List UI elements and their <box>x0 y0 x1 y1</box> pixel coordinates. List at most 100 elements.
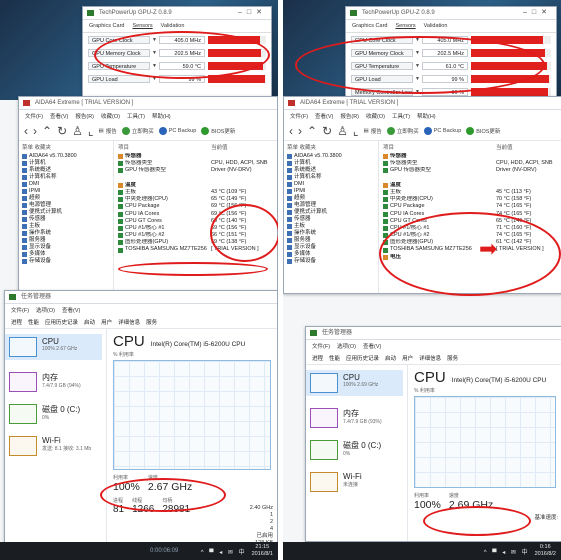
sensor-row[interactable]: TOSHIBA SAMSUNG MZ7TE256 [ TRIAL VERSION … <box>383 246 558 253</box>
chevron-down-icon[interactable]: ▼ <box>413 89 422 95</box>
col-value[interactable]: 当前值 <box>211 143 273 151</box>
sensor-row[interactable]: 传感器 <box>383 153 558 160</box>
forward-icon[interactable]: › <box>33 124 37 138</box>
tab-validation[interactable]: Validation <box>424 23 448 29</box>
tree-item[interactable]: 多媒体 <box>287 251 375 258</box>
tree-item[interactable]: 计算机名称 <box>22 174 110 181</box>
up-icon[interactable]: ⌃ <box>42 124 52 138</box>
tree-item[interactable]: 电源管理 <box>22 202 110 209</box>
forward-icon[interactable]: › <box>298 124 302 138</box>
tree-item[interactable]: 便携式计算机 <box>287 209 375 216</box>
sensor-row[interactable]: 温度 <box>383 182 558 189</box>
tree-item[interactable]: 超频 <box>287 195 375 202</box>
window-controls-icon[interactable]: –□✕ <box>238 7 267 19</box>
tree-item[interactable]: 服务器 <box>287 237 375 244</box>
tree-item[interactable]: IPMI <box>22 188 110 195</box>
tree-item[interactable]: 显示设备 <box>22 244 110 251</box>
buy-button[interactable]: 立即购买 <box>121 127 154 135</box>
menu-tools[interactable]: 工具(T) <box>392 112 410 120</box>
system-tray-icons[interactable]: ^ ▀ ◂ ✉ 中 <box>201 547 247 556</box>
up-icon[interactable]: ⌃ <box>307 124 317 138</box>
tree-item[interactable]: 计算机名称 <box>287 174 375 181</box>
tree-item[interactable]: 超频 <box>22 195 110 202</box>
sensor-row[interactable]: GPU 传感器类型 Driver (NV-DRV) <box>118 167 273 174</box>
task-manager-tab[interactable]: 服务 <box>146 318 157 326</box>
user-icon[interactable]: ♙ <box>72 124 83 138</box>
sensor-row[interactable]: TOSHIBA SAMSUNG MZ7TE256 [ TRIAL VERSION … <box>118 246 273 253</box>
chevron-down-icon[interactable]: ▼ <box>150 63 159 69</box>
menu-help[interactable]: 帮助(H) <box>152 112 171 120</box>
tree-header-favorites[interactable]: 收藏夹 <box>35 145 52 151</box>
buy-button[interactable]: 立即购买 <box>386 127 419 135</box>
menu-file[interactable]: 文件(F) <box>25 112 43 120</box>
resource-item[interactable]: CPU 100% 2.69 GHz <box>306 370 403 396</box>
resource-item[interactable]: 磁盘 0 (C:) 0% <box>310 440 403 460</box>
back-icon[interactable]: ‹ <box>24 124 28 138</box>
tree-header-menu[interactable]: 菜单 <box>22 145 33 151</box>
tab-sensors[interactable]: Sensors <box>395 23 415 29</box>
menu-view[interactable]: 查看(V) <box>363 342 381 350</box>
sensor-row[interactable]: CPU IA Cores 69 °C (156 °F) <box>118 211 273 218</box>
tree-item[interactable]: 显示设备 <box>287 244 375 251</box>
tree-item[interactable]: 主板 <box>22 223 110 230</box>
task-manager-tab[interactable]: 性能 <box>28 318 39 326</box>
tree-item[interactable]: AIDA64 v5.70.3800 <box>22 153 110 160</box>
resource-item[interactable]: CPU 100% 2.67 GHz <box>5 334 102 360</box>
tree-item[interactable]: 存储设备 <box>22 258 110 265</box>
task-manager-tab[interactable]: 启动 <box>84 318 95 326</box>
report-button[interactable]: ▤ 报告 <box>99 127 117 135</box>
menu-tools[interactable]: 工具(T) <box>127 112 145 120</box>
sensor-row[interactable]: CPU IA Cores 74 °C (165 °F) <box>383 211 558 218</box>
refresh-icon[interactable]: ↻ <box>57 124 67 138</box>
menu-favorites[interactable]: 收藏(O) <box>366 112 385 120</box>
menu-favorites[interactable]: 收藏(O) <box>101 112 120 120</box>
task-manager-tab[interactable]: 启动 <box>385 354 396 362</box>
sensor-row[interactable]: CPU Package 69 °C (156 °F) <box>118 203 273 210</box>
tree-item[interactable]: DMI <box>22 181 110 188</box>
system-tray-icons[interactable]: ^ ▀ ◂ ✉ 中 <box>484 547 530 556</box>
tab-graphics-card[interactable]: Graphics Card <box>89 23 124 29</box>
sensor-row[interactable]: GPU 传感器类型 Driver (NV-DRV) <box>383 167 558 174</box>
tab-sensors[interactable]: Sensors <box>132 23 152 29</box>
chevron-down-icon[interactable]: ▼ <box>150 50 159 56</box>
tree-item[interactable]: 操作系统 <box>22 230 110 237</box>
sensor-row[interactable]: 中央处理器(CPU) 65 °C (149 °F) <box>118 196 273 203</box>
sensor-row[interactable]: CPU #1/核心 #1 71 °C (160 °F) <box>383 225 558 232</box>
sensor-row[interactable]: 主板 45 °C (113 °F) <box>383 189 558 196</box>
sensor-row[interactable]: CPU Package 74 °C (165 °F) <box>383 203 558 210</box>
tree-item[interactable]: DMI <box>287 181 375 188</box>
window-controls-icon[interactable]: –□✕ <box>523 7 552 19</box>
menu-view[interactable]: 查看(V) <box>62 306 80 314</box>
tree-item[interactable]: 服务器 <box>22 237 110 244</box>
tree-item[interactable]: 电源管理 <box>287 202 375 209</box>
chart-icon[interactable]: ⌞ <box>353 124 359 138</box>
chevron-down-icon[interactable]: ▼ <box>150 37 159 43</box>
sensor-row[interactable]: CPU GT Cores 60 °C (140 °F) <box>118 218 273 225</box>
tree-item[interactable]: 计算机 <box>22 160 110 167</box>
chevron-down-icon[interactable]: ▼ <box>413 63 422 69</box>
task-manager-tab[interactable]: 应用历史记录 <box>45 318 78 326</box>
chevron-down-icon[interactable]: ▼ <box>413 76 422 82</box>
task-manager-tab[interactable]: 详细信息 <box>419 354 441 362</box>
bios-update-button[interactable]: BIOS更新 <box>201 127 235 135</box>
tree-item[interactable]: 传感器 <box>22 216 110 223</box>
resource-item[interactable]: 内存 7.4/7.9 GB (94%) <box>9 372 102 392</box>
menu-help[interactable]: 帮助(H) <box>417 112 436 120</box>
menu-file[interactable]: 文件(F) <box>312 342 330 350</box>
sensor-row[interactable]: 电压 <box>383 254 558 261</box>
tree-item[interactable]: 操作系统 <box>287 230 375 237</box>
menu-options[interactable]: 选项(O) <box>337 342 356 350</box>
sensor-row[interactable]: CPU #1/核心 #2 66 °C (151 °F) <box>118 232 273 239</box>
menu-view[interactable]: 查看(V) <box>50 112 68 120</box>
sensor-row[interactable]: 中央处理器(CPU) 70 °C (158 °F) <box>383 196 558 203</box>
tab-validation[interactable]: Validation <box>161 23 185 29</box>
sensor-row[interactable]: CPU #1/核心 #2 74 °C (165 °F) <box>383 232 558 239</box>
tree-item[interactable]: 传感器 <box>287 216 375 223</box>
task-manager-tab[interactable]: 应用历史记录 <box>346 354 379 362</box>
sensor-row[interactable]: CPU #1/核心 #1 69 °C (156 °F) <box>118 225 273 232</box>
sensor-row[interactable]: 传感器类型 CPU, HDD, ACPI, SNB <box>383 160 558 167</box>
sensor-row[interactable]: 图形处理器(GPU) 61 °C (142 °F) <box>383 239 558 246</box>
col-value[interactable]: 当前值 <box>496 143 558 151</box>
bios-update-button[interactable]: BIOS更新 <box>466 127 500 135</box>
sensor-row[interactable]: 图形处理器(GPU) 59 °C (138 °F) <box>118 239 273 246</box>
